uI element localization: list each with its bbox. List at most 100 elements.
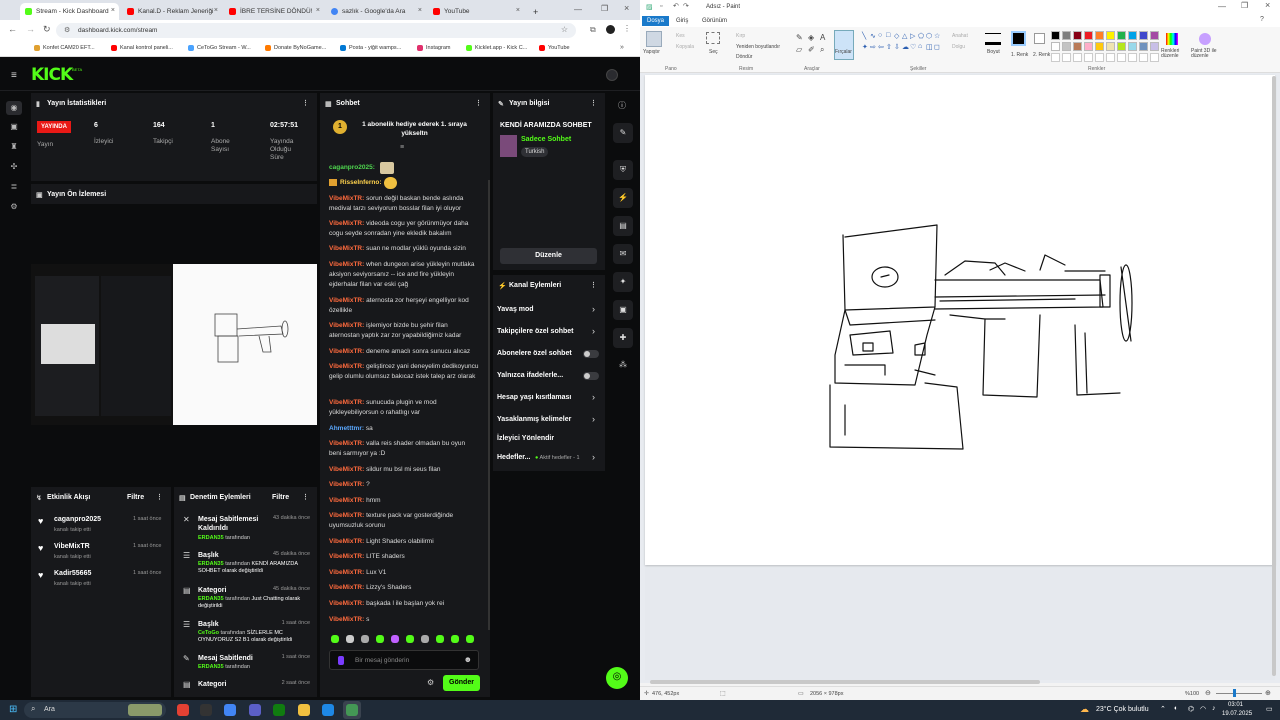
wifi-icon[interactable]: ◠ bbox=[1200, 705, 1206, 713]
save-icon[interactable]: ▫ bbox=[660, 3, 662, 10]
palette-empty-swatch[interactable] bbox=[1073, 53, 1082, 62]
chat-username[interactable]: VibeMixTR: bbox=[329, 245, 364, 252]
support-chat-icon[interactable]: ◎ bbox=[606, 667, 628, 689]
panel-menu-icon[interactable]: ⋮ bbox=[302, 493, 309, 501]
chat-username[interactable]: Ahmetttmr: bbox=[329, 425, 364, 432]
mod-shield-icon[interactable]: ⛨ bbox=[613, 160, 633, 180]
address-bar[interactable]: ⚙ dashboard.kick.com/stream ☆ bbox=[56, 23, 576, 38]
edit-button[interactable]: Düzenle bbox=[500, 248, 597, 264]
palette-swatch[interactable] bbox=[1062, 42, 1071, 51]
chat-username[interactable]: VibeMixTR: bbox=[329, 512, 364, 519]
shape-icon[interactable]: ⇨ bbox=[870, 43, 876, 51]
more-apps-icon[interactable]: ⁂ bbox=[619, 360, 627, 369]
kick-logo[interactable]: KICK bbox=[31, 65, 73, 85]
action-item[interactable]: Hedefler... bbox=[497, 454, 530, 461]
toggle-switch[interactable] bbox=[583, 372, 599, 380]
more-bookmarks-icon[interactable]: » bbox=[620, 44, 624, 51]
tray-app-icon[interactable]: ◐ bbox=[1174, 705, 1178, 712]
close-tab-icon[interactable]: × bbox=[516, 7, 520, 14]
search-box[interactable]: ⌕ Ara bbox=[24, 702, 166, 718]
gear-icon[interactable]: ⚙ bbox=[9, 202, 19, 212]
clock-time[interactable]: 03:01 bbox=[1228, 702, 1243, 708]
brushes-button[interactable] bbox=[834, 30, 854, 60]
emote-icon[interactable] bbox=[436, 635, 444, 643]
palette-swatch[interactable] bbox=[1062, 31, 1071, 40]
chevron-right-icon[interactable]: › bbox=[592, 392, 595, 402]
help-icon[interactable]: ? bbox=[1260, 16, 1264, 23]
file-explorer-icon[interactable] bbox=[298, 704, 310, 716]
avatar[interactable] bbox=[606, 25, 615, 34]
palette-swatch[interactable] bbox=[1150, 42, 1159, 51]
lightning-icon[interactable]: ⚡ bbox=[613, 188, 633, 208]
palette-swatch[interactable] bbox=[1051, 42, 1060, 51]
maximize-icon[interactable]: ❐ bbox=[601, 4, 608, 13]
moderator-name[interactable]: ERDAN35 bbox=[198, 664, 224, 670]
palette-empty-swatch[interactable] bbox=[1150, 53, 1159, 62]
palette-swatch[interactable] bbox=[1128, 42, 1137, 51]
chat-username[interactable]: VibeMixTR: bbox=[329, 584, 364, 591]
reload-icon[interactable]: ↻ bbox=[43, 24, 51, 35]
bookmark-item[interactable]: YouTube bbox=[539, 45, 570, 51]
palette-swatch[interactable] bbox=[1106, 42, 1115, 51]
tab-google[interactable]: sazlık - Google'da Ara × bbox=[326, 3, 426, 20]
stream-preview-video[interactable] bbox=[31, 264, 317, 425]
copy-button[interactable]: Kopyala bbox=[676, 44, 694, 50]
shape-icon[interactable]: ☁ bbox=[902, 43, 909, 51]
palette-swatch[interactable] bbox=[1084, 42, 1093, 51]
palette-swatch[interactable] bbox=[1073, 42, 1082, 51]
moderator-name[interactable]: ERDAN35 bbox=[198, 535, 224, 541]
shape-icon[interactable]: ☆ bbox=[934, 32, 940, 40]
chat-username[interactable]: VibeMixTR: bbox=[329, 600, 364, 607]
bookmark-item[interactable]: CeToGo Stream - W... bbox=[188, 45, 251, 51]
zoom-slider-thumb[interactable] bbox=[1233, 689, 1236, 697]
forward-icon[interactable]: → bbox=[26, 24, 35, 34]
chat-username[interactable]: VibeMixTR: bbox=[329, 616, 364, 623]
bookmark-item[interactable]: Kicklet.app - Kick C... bbox=[466, 45, 527, 51]
paint3d-button[interactable]: Paint 3D ile düzenle bbox=[1191, 49, 1227, 59]
palette-swatch[interactable] bbox=[1095, 42, 1104, 51]
emote-icon[interactable] bbox=[451, 635, 459, 643]
emote-icon[interactable] bbox=[406, 635, 414, 643]
outline-button[interactable]: Anahat bbox=[952, 33, 968, 39]
select-icon[interactable] bbox=[706, 32, 720, 44]
chat-username[interactable]: caganpro2025: bbox=[329, 164, 375, 171]
site-info-icon[interactable]: ⚙ bbox=[64, 26, 70, 34]
crop-button[interactable]: Kırp bbox=[736, 33, 745, 39]
panel-menu-icon[interactable]: ⋮ bbox=[475, 99, 482, 107]
shape-icon[interactable]: ⇩ bbox=[894, 43, 900, 51]
shapes-gallery[interactable]: ╲ ∿ ○ □ ◇ △ ▷ ⬠ ⬡ ☆ ✦ ⇨ ⇦ ⇧ ⇩ ☁ ♡ ⌂ ◫ ◻ bbox=[862, 32, 942, 58]
chat-input[interactable]: Bir mesaj gönderin ☻ bbox=[329, 650, 479, 670]
chat-username[interactable]: VibeMixTR: bbox=[329, 195, 364, 202]
emote-icon[interactable] bbox=[346, 635, 354, 643]
info-icon[interactable]: ⓘ bbox=[618, 100, 626, 111]
close-tab-icon[interactable]: × bbox=[316, 7, 320, 14]
weather-icon[interactable]: ☁ bbox=[1080, 704, 1089, 715]
undo-icon[interactable]: ↶ bbox=[673, 2, 679, 10]
panel-menu-icon[interactable]: ⋮ bbox=[156, 493, 163, 501]
palette-swatch[interactable] bbox=[1084, 31, 1093, 40]
content-icon[interactable]: ▣ bbox=[9, 122, 19, 132]
chrome-icon[interactable] bbox=[177, 704, 189, 716]
menu-view[interactable]: Görünüm bbox=[702, 18, 727, 24]
shape-icon[interactable]: ◻ bbox=[934, 43, 940, 51]
action-item[interactable]: Yavaş mod bbox=[497, 306, 534, 313]
chat-username[interactable]: VibeMixTR: bbox=[329, 497, 364, 504]
edit-colors-button[interactable]: Renkleri düzenle bbox=[1161, 49, 1185, 59]
emote-icon[interactable] bbox=[421, 635, 429, 643]
palette-swatch[interactable] bbox=[1139, 42, 1148, 51]
shape-icon[interactable]: ⌂ bbox=[918, 43, 922, 50]
windows-start-icon[interactable]: ⊞ bbox=[9, 704, 17, 715]
color-picker-icon[interactable]: ✐ bbox=[808, 45, 815, 54]
shape-icon[interactable]: △ bbox=[902, 32, 907, 40]
toggle-switch[interactable] bbox=[583, 350, 599, 358]
palette-swatch[interactable] bbox=[1150, 31, 1159, 40]
tray-up-icon[interactable]: ⌃ bbox=[1160, 705, 1166, 713]
palette-empty-swatch[interactable] bbox=[1095, 53, 1104, 62]
new-tab-button[interactable]: + bbox=[530, 2, 544, 19]
chat-username[interactable]: VibeMixTR: bbox=[329, 220, 364, 227]
chat-username[interactable]: VibeMixTR: bbox=[329, 569, 364, 576]
chat-username[interactable]: VibeMixTR: bbox=[329, 440, 364, 447]
vertical-scrollbar[interactable] bbox=[1272, 76, 1276, 676]
color2-swatch[interactable] bbox=[1034, 33, 1045, 44]
panel-menu-icon[interactable]: ⋮ bbox=[302, 99, 309, 107]
